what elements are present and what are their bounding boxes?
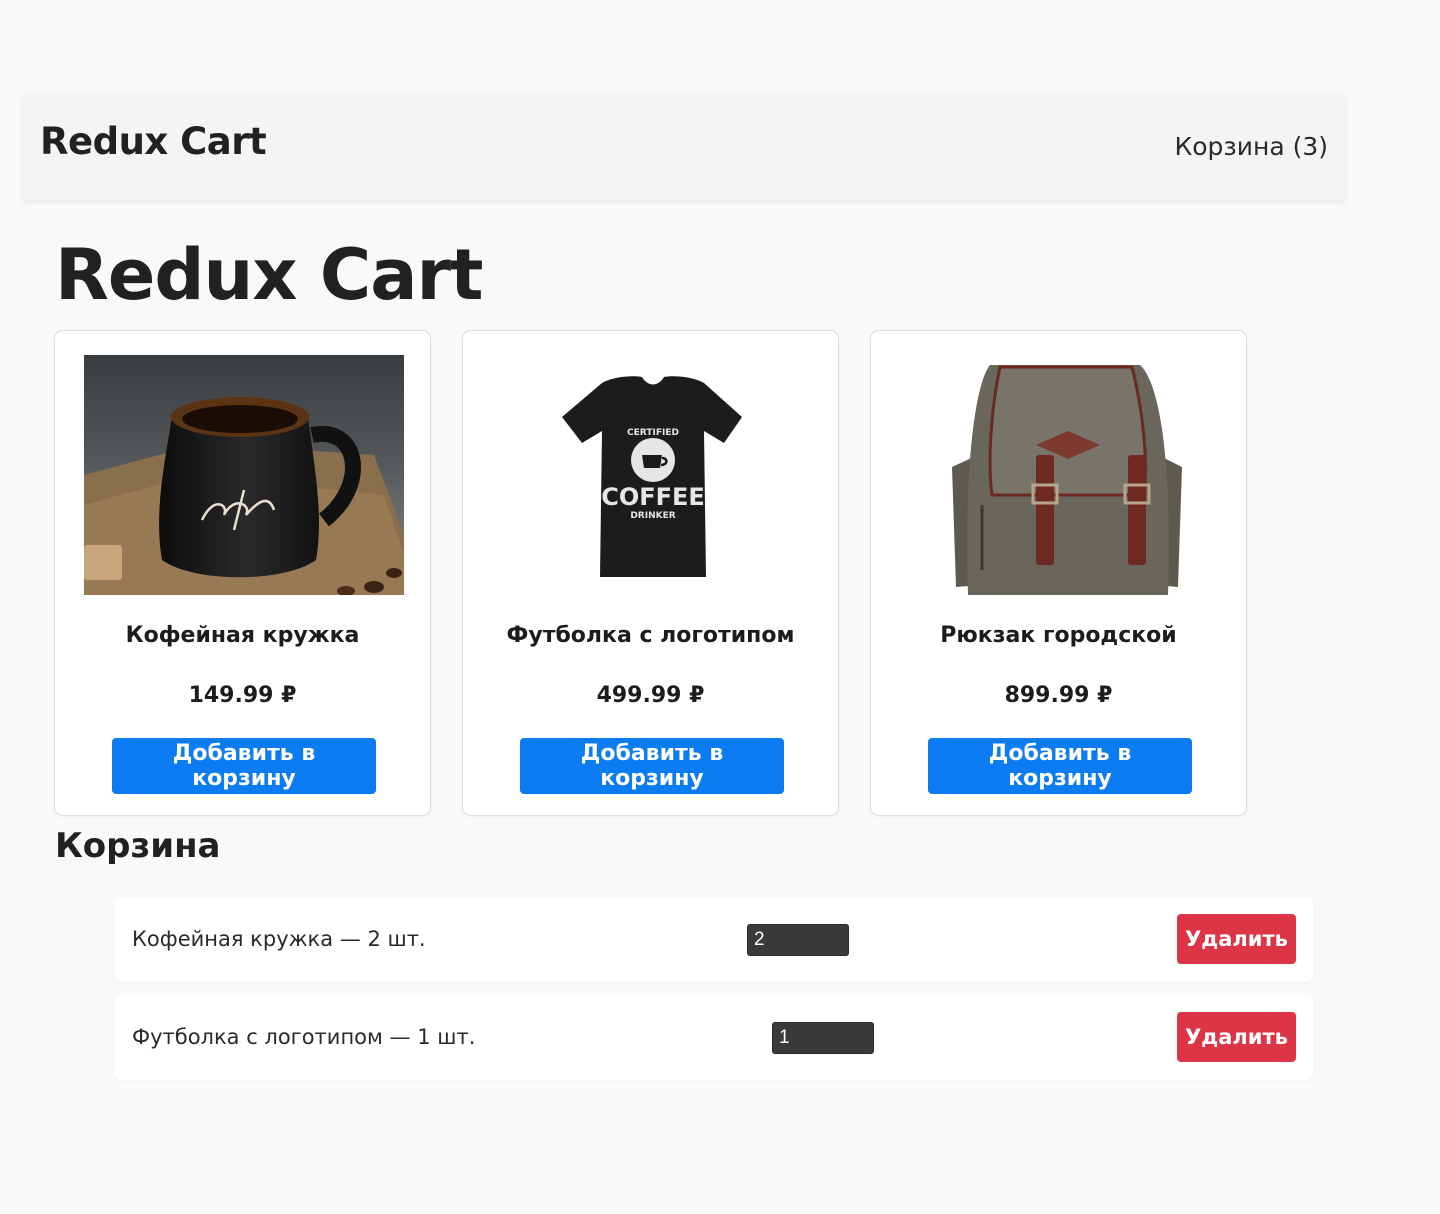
add-to-cart-button[interactable]: Добавить в корзину xyxy=(928,738,1192,794)
product-card: Рюкзак городской 899.99 ₽ Добавить в кор… xyxy=(870,330,1247,816)
navbar-brand[interactable]: Redux Cart xyxy=(40,120,267,163)
cart-item-label: Футболка с логотипом — 1 шт. xyxy=(132,1025,476,1049)
remove-button[interactable]: Удалить xyxy=(1177,914,1296,964)
product-price: 499.99 ₽ xyxy=(596,683,705,708)
cart-item-label: Кофейная кружка — 2 шт. xyxy=(132,927,426,951)
coffee-mug-image xyxy=(84,355,404,595)
remove-button[interactable]: Удалить xyxy=(1177,1012,1296,1062)
product-name: Футболка с логотипом xyxy=(506,623,795,648)
quantity-input[interactable] xyxy=(772,1022,874,1054)
product-card: Кофейная кружка 149.99 ₽ Добавить в корз… xyxy=(54,330,431,816)
tshirt-print-drinker: DRINKER xyxy=(630,511,675,521)
quantity-input[interactable] xyxy=(747,924,849,956)
page-title: Redux Cart xyxy=(55,234,483,316)
cart-item: Футболка с логотипом — 1 шт. Удалить xyxy=(114,995,1314,1080)
product-card: CERTIFIED COFFEE DRINKER Футболка с лого… xyxy=(462,330,839,816)
cart-link[interactable]: Корзина (3) xyxy=(1175,132,1328,161)
top-navbar: Redux Cart Корзина (3) xyxy=(23,94,1345,200)
product-name: Кофейная кружка xyxy=(125,623,360,648)
product-list: Кофейная кружка 149.99 ₽ Добавить в корз… xyxy=(54,330,1247,816)
add-to-cart-button[interactable]: Добавить в корзину xyxy=(520,738,784,794)
product-name: Рюкзак городской xyxy=(940,623,1177,648)
product-price: 899.99 ₽ xyxy=(1004,683,1113,708)
tshirt-print-certified: CERTIFIED xyxy=(627,428,679,438)
cart-heading: Корзина xyxy=(55,826,221,866)
backpack-image xyxy=(900,355,1220,595)
cart-item: Кофейная кружка — 2 шт. Удалить xyxy=(114,897,1314,982)
add-to-cart-button[interactable]: Добавить в корзину xyxy=(112,738,376,794)
tshirt-print-coffee: COFFEE xyxy=(601,483,705,511)
tshirt-image: CERTIFIED COFFEE DRINKER xyxy=(492,355,812,595)
product-price: 149.99 ₽ xyxy=(188,683,297,708)
